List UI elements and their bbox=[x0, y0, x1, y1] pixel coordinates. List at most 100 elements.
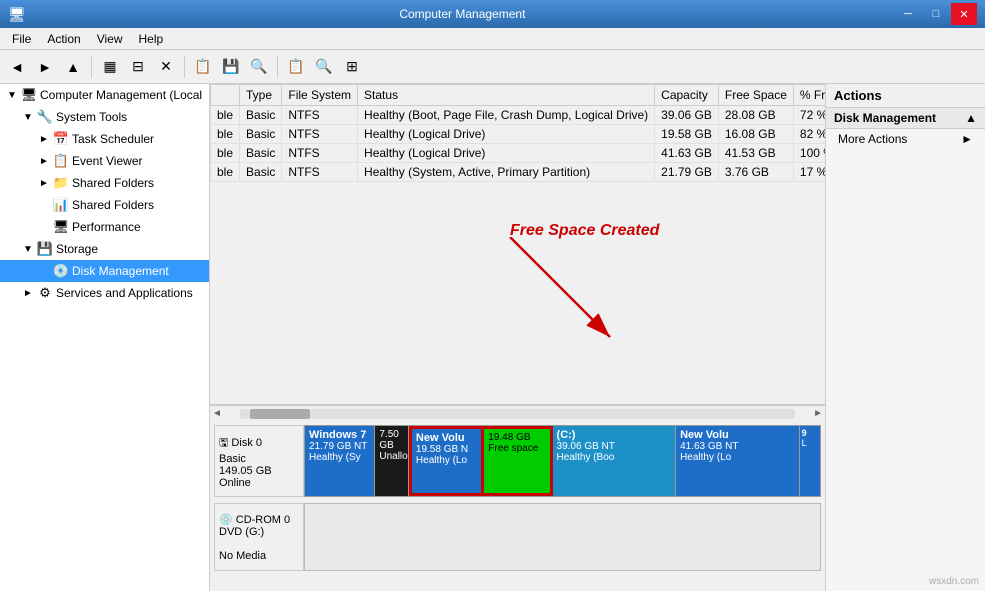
toolbar: ◄ ► ▲ ▦ ⊟ ✕ 📋 💾 🔍 📋 🔍 ⊞ bbox=[0, 50, 985, 84]
col-header-status[interactable]: Status bbox=[358, 85, 655, 106]
menu-view[interactable]: View bbox=[89, 30, 131, 48]
col-header-pct[interactable]: % Free bbox=[793, 85, 825, 106]
scroll-track[interactable] bbox=[240, 409, 795, 419]
cell-capacity-2: 41.63 GB bbox=[655, 144, 719, 163]
actions-section-label: Disk Management bbox=[834, 111, 936, 125]
extra-button[interactable]: ⊞ bbox=[339, 54, 365, 80]
actions-more-arrow: ► bbox=[961, 132, 973, 146]
partition-win7[interactable]: Windows 7 21.79 GB NT Healthy (Sy bbox=[305, 426, 375, 496]
partition-unalloc-size: 7.50 GB bbox=[379, 429, 404, 451]
cdrom0-row: 💿 CD-ROM 0 DVD (G:) No Media bbox=[214, 503, 821, 571]
sidebar-item-shared-folders[interactable]: ► 📁 Shared Folders bbox=[0, 172, 209, 194]
col-header-capacity[interactable]: Capacity bbox=[655, 85, 719, 106]
expander-services[interactable]: ► bbox=[20, 285, 36, 301]
menu-help[interactable]: Help bbox=[131, 30, 172, 48]
forward-button[interactable]: ► bbox=[32, 54, 58, 80]
horizontal-scrollbar[interactable]: ◄ ► bbox=[210, 405, 825, 421]
cell-status-3: Healthy (System, Active, Primary Partiti… bbox=[358, 163, 655, 182]
cell-col1-3: ble bbox=[211, 163, 240, 182]
table-row[interactable]: ble Basic NTFS Healthy (Logical Drive) 1… bbox=[211, 125, 826, 144]
disk0-type: Basic bbox=[219, 453, 299, 465]
sidebar-item-services[interactable]: ► ⚙ Services and Applications bbox=[0, 282, 209, 304]
cell-pct-1: 82 % bbox=[793, 125, 825, 144]
menu-action[interactable]: Action bbox=[39, 30, 88, 48]
col-header-type[interactable]: Type bbox=[240, 85, 282, 106]
partition-free-size: 19.48 GB bbox=[488, 432, 545, 443]
partition-small[interactable]: 9 L bbox=[800, 426, 820, 496]
properties-button[interactable]: ⊟ bbox=[125, 54, 151, 80]
expander-root[interactable]: ▼ bbox=[4, 87, 20, 103]
actions-header: Actions bbox=[826, 84, 985, 108]
back-button[interactable]: ◄ bbox=[4, 54, 30, 80]
table-row[interactable]: ble Basic NTFS Healthy (Logical Drive) 4… bbox=[211, 144, 826, 163]
maximize-button[interactable]: □ bbox=[923, 3, 949, 25]
actions-section-disk-mgmt[interactable]: Disk Management ▲ bbox=[826, 108, 985, 129]
scroll-thumb[interactable] bbox=[250, 409, 310, 419]
scroll-right-btn[interactable]: ► bbox=[811, 408, 825, 419]
cell-fs-2: NTFS bbox=[282, 144, 358, 163]
export-button[interactable]: 🔍 bbox=[246, 54, 272, 80]
sidebar-item-system-tools[interactable]: ▼ 🔧 System Tools bbox=[0, 106, 209, 128]
menu-file[interactable]: File bbox=[4, 30, 39, 48]
table-row[interactable]: ble Basic NTFS Healthy (Boot, Page File,… bbox=[211, 106, 826, 125]
new-button[interactable]: 📋 bbox=[190, 54, 216, 80]
window-controls: ─ □ ✕ bbox=[895, 3, 977, 25]
partition-newvol2-size: 41.63 GB NT bbox=[680, 441, 795, 452]
col-header-fs[interactable]: File System bbox=[282, 85, 358, 106]
sidebar-item-task-scheduler[interactable]: ► 📅 Task Scheduler bbox=[0, 128, 209, 150]
sidebar-item-root[interactable]: ▼ 🖥 Computer Management (Local bbox=[0, 84, 209, 106]
partition-unallocated[interactable]: 7.50 GB Unallocate bbox=[375, 426, 409, 496]
partition-win7-name: Windows 7 bbox=[309, 429, 370, 441]
expander-task-scheduler[interactable]: ► bbox=[36, 131, 52, 147]
disk0-label: 🖫 Disk 0 Basic 149.05 GB Online bbox=[214, 425, 304, 497]
cdrom0-type: DVD (G:) bbox=[219, 526, 299, 538]
cell-free-3: 3.76 GB bbox=[718, 163, 793, 182]
cell-pct-2: 100 % bbox=[793, 144, 825, 163]
col-header-1[interactable] bbox=[211, 85, 240, 106]
cell-status-2: Healthy (Logical Drive) bbox=[358, 144, 655, 163]
sidebar-item-event-viewer[interactable]: ► 📋 Event Viewer bbox=[0, 150, 209, 172]
disk-area: 🖫 Disk 0 Basic 149.05 GB Online Windows … bbox=[210, 421, 825, 591]
actions-item-more[interactable]: More Actions ► bbox=[826, 129, 985, 149]
expander-device-manager bbox=[36, 219, 52, 235]
help-button[interactable]: 📋 bbox=[283, 54, 309, 80]
up-button[interactable]: ▲ bbox=[60, 54, 86, 80]
toolbar-separator-1 bbox=[91, 56, 92, 78]
partition-free-status: Free space bbox=[488, 443, 545, 454]
table-row[interactable]: ble Basic NTFS Healthy (System, Active, … bbox=[211, 163, 826, 182]
window-title: Computer Management bbox=[30, 7, 895, 21]
expander-event-viewer[interactable]: ► bbox=[36, 153, 52, 169]
sidebar-label-device-manager: Performance bbox=[72, 220, 141, 234]
actions-more-label: More Actions bbox=[838, 132, 907, 146]
refresh-button[interactable]: 💾 bbox=[218, 54, 244, 80]
toolbar-separator-2 bbox=[184, 56, 185, 78]
toolbar-separator-3 bbox=[277, 56, 278, 78]
minimize-button[interactable]: ─ bbox=[895, 3, 921, 25]
partition-newvol1-name: New Volu bbox=[416, 432, 477, 444]
col-header-free[interactable]: Free Space bbox=[718, 85, 793, 106]
close-button[interactable]: ✕ bbox=[951, 3, 977, 25]
disk-management-icon: 💿 bbox=[52, 262, 70, 280]
sidebar-label-shared-folders: Shared Folders bbox=[72, 176, 154, 190]
sidebar-item-disk-management[interactable]: 💿 Disk Management bbox=[0, 260, 209, 282]
partition-newvol1-status: Healthy (Lo bbox=[416, 455, 477, 466]
sidebar-item-performance[interactable]: 📊 Shared Folders bbox=[0, 194, 209, 216]
scroll-left-btn[interactable]: ◄ bbox=[210, 408, 224, 419]
show-hide-button[interactable]: ▦ bbox=[97, 54, 123, 80]
partition-newvol2[interactable]: New Volu 41.63 GB NT Healthy (Lo bbox=[676, 426, 800, 496]
sidebar: ▼ 🖥 Computer Management (Local ▼ 🔧 Syste… bbox=[0, 84, 210, 591]
partition-table[interactable]: Type File System Status Capacity Free Sp… bbox=[210, 84, 825, 405]
delete-button[interactable]: ✕ bbox=[153, 54, 179, 80]
search-button[interactable]: 🔍 bbox=[311, 54, 337, 80]
sidebar-item-storage[interactable]: ▼ 💾 Storage bbox=[0, 238, 209, 260]
expander-shared-folders[interactable]: ► bbox=[36, 175, 52, 191]
sidebar-item-device-manager[interactable]: 🖥 Performance bbox=[0, 216, 209, 238]
expander-storage[interactable]: ▼ bbox=[20, 241, 36, 257]
partition-freespace[interactable]: 19.48 GB Free space bbox=[484, 426, 552, 496]
partition-c[interactable]: (C:) 39.06 GB NT Healthy (Boo bbox=[553, 426, 677, 496]
cell-free-1: 16.08 GB bbox=[718, 125, 793, 144]
cell-col1-0: ble bbox=[211, 106, 240, 125]
cell-type-1: Basic bbox=[240, 125, 282, 144]
expander-system-tools[interactable]: ▼ bbox=[20, 109, 36, 125]
partition-newvol1[interactable]: New Volu 19.58 GB N Healthy (Lo bbox=[409, 426, 484, 496]
